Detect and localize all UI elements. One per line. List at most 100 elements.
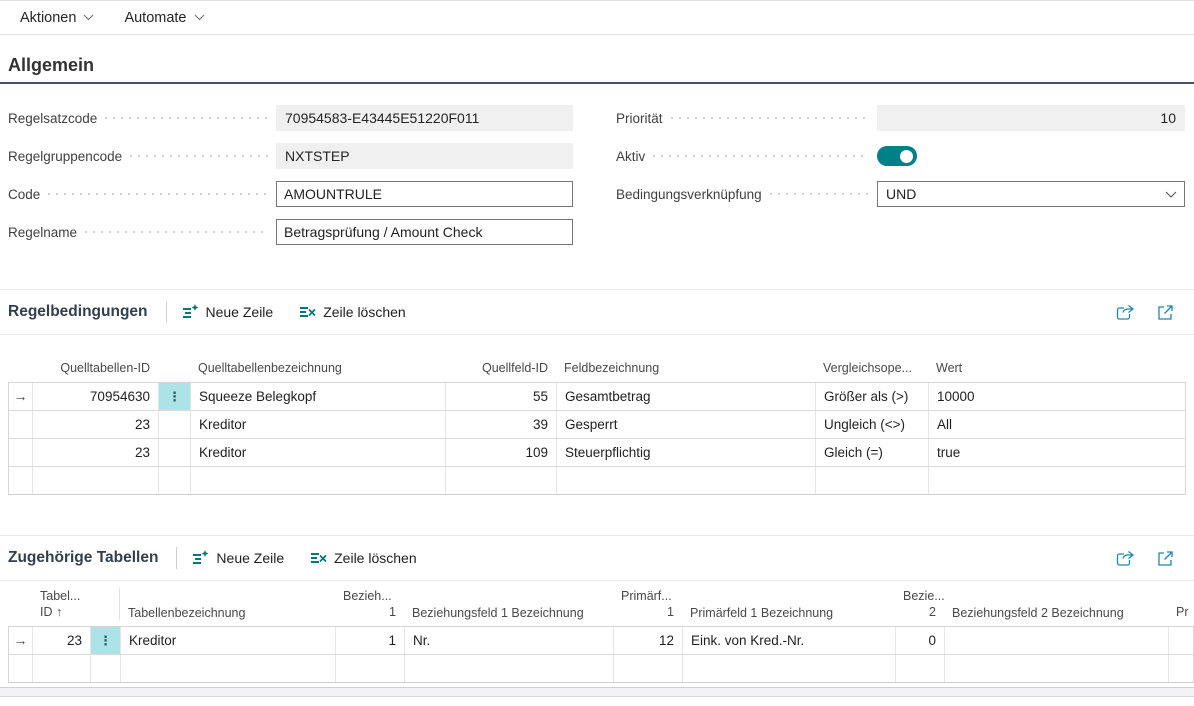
cell-vergleichsoperator[interactable]: Ungleich (<>) — [816, 411, 929, 438]
chevron-down-icon — [83, 14, 94, 21]
vertical-divider — [176, 547, 177, 569]
open-in-new-window-button[interactable] — [1157, 304, 1174, 321]
cell-beziehungsfeld-1[interactable]: 1 — [336, 627, 405, 654]
col-quelltabellenbezeichnung[interactable]: Quelltabellenbezeichnung — [190, 361, 445, 375]
row-options-button[interactable]: ⋮ — [91, 627, 121, 654]
field-label: Aktiv — [616, 149, 653, 164]
col-tabellen-id[interactable]: Tabel... ID ↑ — [32, 588, 90, 620]
cell-feldbezeichnung[interactable]: Steuerpflichtig — [557, 439, 816, 466]
section-title-regelbedingungen[interactable]: Regelbedingungen — [8, 303, 148, 321]
delete-line-icon — [310, 550, 327, 566]
delete-line-button[interactable]: Zeile löschen — [310, 550, 417, 566]
dotted-leader — [671, 117, 869, 119]
table-row: → 70954630 ⋮ Squeeze Belegkopf 55 Gesamt… — [9, 383, 1185, 411]
cell-vergleichsoperator[interactable]: Größer als (>) — [816, 383, 929, 410]
regelname-input[interactable] — [276, 219, 573, 245]
col-tabellenbezeichnung[interactable]: Tabellenbezeichnung — [120, 606, 335, 620]
cell-beziehungsfeld-1-bezeichnung[interactable]: Nr. — [405, 627, 614, 654]
field-code: Code — [8, 181, 573, 207]
col-wert[interactable]: Wert — [928, 361, 1184, 375]
dotted-leader — [105, 117, 268, 119]
field-prioritaet: Priorität 10 — [616, 105, 1185, 131]
dotted-leader — [48, 193, 268, 195]
share-button[interactable] — [1116, 304, 1135, 321]
cell-quellfeld-id[interactable]: 39 — [446, 411, 557, 438]
cell-quelltabellen-id[interactable]: 23 — [33, 411, 159, 438]
cell-wert[interactable]: All — [929, 411, 1185, 438]
col-primaerfeld-1[interactable]: Primärf... 1 — [613, 588, 682, 620]
section-title-zugehoerige-tabellen[interactable]: Zugehörige Tabellen — [8, 549, 158, 567]
col-beziehungsfeld-2[interactable]: Bezie... 2 — [895, 588, 944, 620]
section-divider — [0, 334, 1194, 335]
selected-value: UND — [886, 186, 916, 202]
chevron-down-icon — [1165, 191, 1176, 198]
cell-quelltabellenbezeichnung[interactable]: Kreditor — [191, 411, 446, 438]
table-header-row: Quelltabellen-ID Quelltabellenbezeichnun… — [8, 361, 1186, 382]
table-row: → 23 ⋮ Kreditor 1 Nr. 12 Eink. von Kred.… — [9, 627, 1193, 655]
share-button[interactable] — [1116, 550, 1135, 567]
col-feldbezeichnung[interactable]: Feldbezeichnung — [556, 361, 815, 375]
field-regelgruppencode: Regelgruppencode NXTSTEP — [8, 143, 573, 169]
cell-quellfeld-id[interactable]: 109 — [446, 439, 557, 466]
cell-beziehungsfeld-2[interactable]: 0 — [896, 627, 945, 654]
cell-feldbezeichnung[interactable]: Gesperrt — [557, 411, 816, 438]
cell-quellfeld-id[interactable]: 55 — [446, 383, 557, 410]
open-in-new-window-button[interactable] — [1157, 550, 1174, 567]
col-beziehungsfeld-1-bezeichnung[interactable]: Beziehungsfeld 1 Bezeichnung — [404, 606, 613, 620]
menu-aktionen-label: Aktionen — [20, 10, 76, 26]
col-primaerfeld-1-bezeichnung[interactable]: Primärfeld 1 Bezeichnung — [682, 606, 895, 620]
col-quelltabellen-id[interactable]: Quelltabellen-ID — [32, 361, 158, 375]
cell-primaerfeld-1-bezeichnung[interactable]: Eink. von Kred.-Nr. — [683, 627, 896, 654]
field-label: Regelname — [8, 225, 85, 240]
table-row-empty — [9, 467, 1185, 495]
prioritaet-value: 10 — [877, 105, 1185, 131]
cell-primaerfeld-1[interactable]: 12 — [614, 627, 683, 654]
cell-tabellenbezeichnung[interactable]: Kreditor — [121, 627, 336, 654]
new-line-button[interactable]: Neue Zeile — [182, 304, 274, 320]
cell-wert[interactable]: 10000 — [929, 383, 1185, 410]
dotted-leader — [653, 155, 869, 157]
share-icon — [1116, 304, 1135, 321]
cell-vergleichsoperator[interactable]: Gleich (=) — [816, 439, 929, 466]
section-title-allgemein[interactable]: Allgemein — [0, 55, 1194, 84]
regelbedingungen-header: Regelbedingungen Neue Zeile Zeile lösche… — [0, 290, 1194, 334]
row-options-button[interactable] — [159, 411, 191, 438]
new-line-icon — [192, 550, 209, 566]
cell-quelltabellenbezeichnung[interactable]: Squeeze Belegkopf — [191, 383, 446, 410]
col-beziehungsfeld-2-bezeichnung[interactable]: Beziehungsfeld 2 Bezeichnung — [944, 606, 1168, 620]
regelgruppencode-value: NXTSTEP — [276, 143, 573, 169]
field-label: Code — [8, 187, 48, 202]
active-row-indicator: → — [9, 627, 33, 654]
menu-aktionen[interactable]: Aktionen — [20, 10, 94, 26]
section-divider — [0, 580, 1194, 581]
cell-tabellen-id[interactable]: 23 — [33, 627, 91, 654]
code-input[interactable] — [276, 181, 573, 207]
table-header-row: Tabel... ID ↑ Tabellenbezeichnung Bezieh… — [8, 588, 1194, 626]
col-clipped[interactable]: Pr — [1168, 604, 1192, 620]
new-line-button[interactable]: Neue Zeile — [192, 550, 284, 566]
table-row: 23 Kreditor 109 Steuerpflichtig Gleich (… — [9, 439, 1185, 467]
regelbedingungen-table: Quelltabellen-ID Quelltabellenbezeichnun… — [8, 361, 1186, 495]
aktiv-toggle[interactable] — [877, 146, 917, 166]
col-vergleichsoperator[interactable]: Vergleichsope... — [815, 361, 928, 375]
dotted-leader — [130, 155, 268, 157]
field-label: Regelsatzcode — [8, 111, 105, 126]
row-options-button[interactable] — [159, 439, 191, 466]
delete-line-button[interactable]: Zeile löschen — [299, 304, 406, 320]
col-beziehungsfeld-1[interactable]: Bezieh... 1 — [335, 588, 404, 620]
cell-wert[interactable]: true — [929, 439, 1185, 466]
field-regelsatzcode: Regelsatzcode 70954583-E43445E51220F011 — [8, 105, 573, 131]
horizontal-scrollbar-track[interactable] — [0, 687, 1194, 697]
cell-quelltabellenbezeichnung[interactable]: Kreditor — [191, 439, 446, 466]
col-quellfeld-id[interactable]: Quellfeld-ID — [445, 361, 556, 375]
bedingungsverknuepfung-select[interactable]: UND — [877, 181, 1185, 207]
cell-quelltabellen-id[interactable]: 23 — [33, 439, 159, 466]
cell-quelltabellen-id[interactable]: 70954630 — [33, 383, 159, 410]
cell-feldbezeichnung[interactable]: Gesamtbetrag — [557, 383, 816, 410]
table-row-empty — [9, 655, 1193, 683]
row-options-button[interactable]: ⋮ — [159, 383, 191, 410]
cell-beziehungsfeld-2-bezeichnung[interactable] — [945, 627, 1169, 654]
delete-line-icon — [299, 304, 316, 320]
open-in-new-window-icon — [1157, 304, 1174, 321]
menu-automate[interactable]: Automate — [124, 10, 204, 26]
